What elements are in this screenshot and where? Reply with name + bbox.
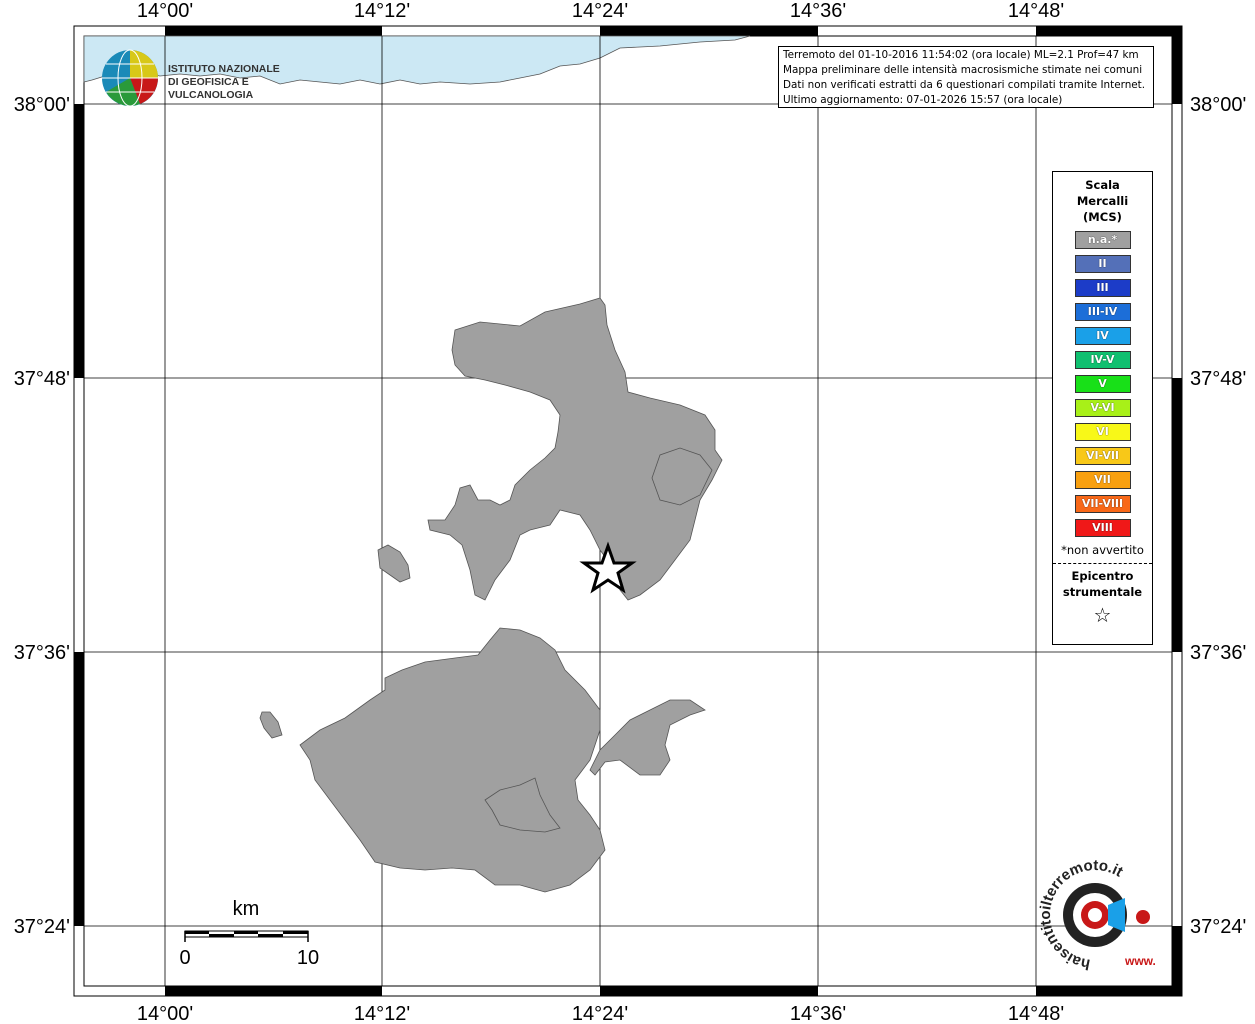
- legend-title-line: Scala: [1085, 178, 1120, 192]
- legend-title: Scala Mercalli (MCS): [1053, 177, 1152, 225]
- event-info-line: Terremoto del 01-10-2016 11:54:02 (ora l…: [783, 49, 1139, 61]
- lon-label: 14°36': [790, 1003, 846, 1024]
- globe-icon: [102, 49, 158, 107]
- ingv-name-line1: ISTITUTO NAZIONALE: [168, 63, 280, 75]
- legend-item: VIII: [1074, 519, 1131, 537]
- legend-item: VII: [1074, 471, 1131, 489]
- scale-end: 10: [297, 947, 319, 969]
- legend-epicenter: Epicentro strumentale: [1053, 568, 1152, 600]
- lat-label: 37°36': [14, 642, 70, 664]
- mcs-legend: Scala Mercalli (MCS) n.a.* II III III-IV IV I…: [1052, 171, 1153, 645]
- legend-item: n.a.*: [1074, 231, 1131, 249]
- lat-label: 37°24': [1190, 916, 1246, 938]
- legend-item: III-IV: [1074, 303, 1131, 321]
- lat-label: 37°24': [14, 916, 70, 938]
- legend-item: IV: [1074, 327, 1131, 345]
- lat-label: 38°00': [1190, 94, 1246, 116]
- lon-label: 14°00': [137, 0, 193, 22]
- lon-label: 14°36': [790, 0, 846, 22]
- legend-title-line: Mercalli: [1076, 194, 1129, 208]
- event-info-line: Ultimo aggiornamento: 07-01-2026 15:57 (…: [783, 94, 1063, 106]
- lon-label: 14°48': [1008, 1003, 1064, 1024]
- legend-item: III: [1074, 279, 1131, 297]
- lon-label: 14°00': [137, 1003, 193, 1024]
- epicenter-legend-star-icon: ☆: [1093, 603, 1112, 627]
- legend-title-line: (MCS): [1083, 210, 1122, 224]
- lat-label: 38°00': [14, 94, 70, 116]
- lon-labels-bottom: 14°00' 14°12' 14°24' 14°36' 14°48': [137, 1003, 1064, 1024]
- legend-epicenter-line: Epicentro: [1071, 569, 1134, 583]
- haisentito-logo: haisentitoilterremoto.it www.: [1037, 857, 1156, 973]
- lat-labels-left: 38°00' 37°48' 37°36' 37°24': [14, 94, 70, 938]
- legend-epicenter-line: strumentale: [1062, 585, 1143, 599]
- legend-item: VI-VII: [1074, 447, 1131, 465]
- lon-label: 14°24': [572, 0, 628, 22]
- scale-start: 0: [179, 947, 190, 969]
- legend-items: n.a.* II III III-IV IV IV-V V V-VI VI VI-VII VII VI…: [1053, 231, 1152, 537]
- legend-item: IV-V: [1074, 351, 1131, 369]
- lon-label: 14°12': [354, 0, 410, 22]
- event-info-box: Terremoto del 01-10-2016 11:54:02 (ora l…: [778, 46, 1154, 108]
- legend-item: V-VI: [1074, 399, 1131, 417]
- lat-label: 37°48': [1190, 368, 1246, 390]
- legend-item: V: [1074, 375, 1131, 393]
- lon-label: 14°12': [354, 1003, 410, 1024]
- legend-note: *non avvertito: [1061, 543, 1144, 557]
- lon-label: 14°48': [1008, 0, 1064, 22]
- lat-labels-right: 38°00' 37°48' 37°36' 37°24': [1190, 94, 1246, 938]
- scale-title: km: [233, 898, 260, 920]
- legend-item: VII-VIII: [1074, 495, 1131, 513]
- lat-label: 37°48': [14, 368, 70, 390]
- lon-label: 14°24': [572, 1003, 628, 1024]
- legend-separator: [1053, 563, 1152, 564]
- lon-labels-top: 14°00' 14°12' 14°24' 14°36' 14°48': [137, 0, 1064, 22]
- ingv-logo: ISTITUTO NAZIONALE DI GEOFISICA E VULCAN…: [100, 47, 320, 109]
- legend-item: VI: [1074, 423, 1131, 441]
- haisentito-www: www.: [1124, 954, 1156, 968]
- ingv-name-line2: DI GEOFISICA E VULCANOLOGIA: [168, 76, 254, 101]
- legend-item: II: [1074, 255, 1131, 273]
- lat-label: 37°36': [1190, 642, 1246, 664]
- event-info-line: Dati non verificati estratti da 6 questi…: [783, 79, 1146, 91]
- event-info-line: Mappa preliminare delle intensità macros…: [783, 64, 1143, 76]
